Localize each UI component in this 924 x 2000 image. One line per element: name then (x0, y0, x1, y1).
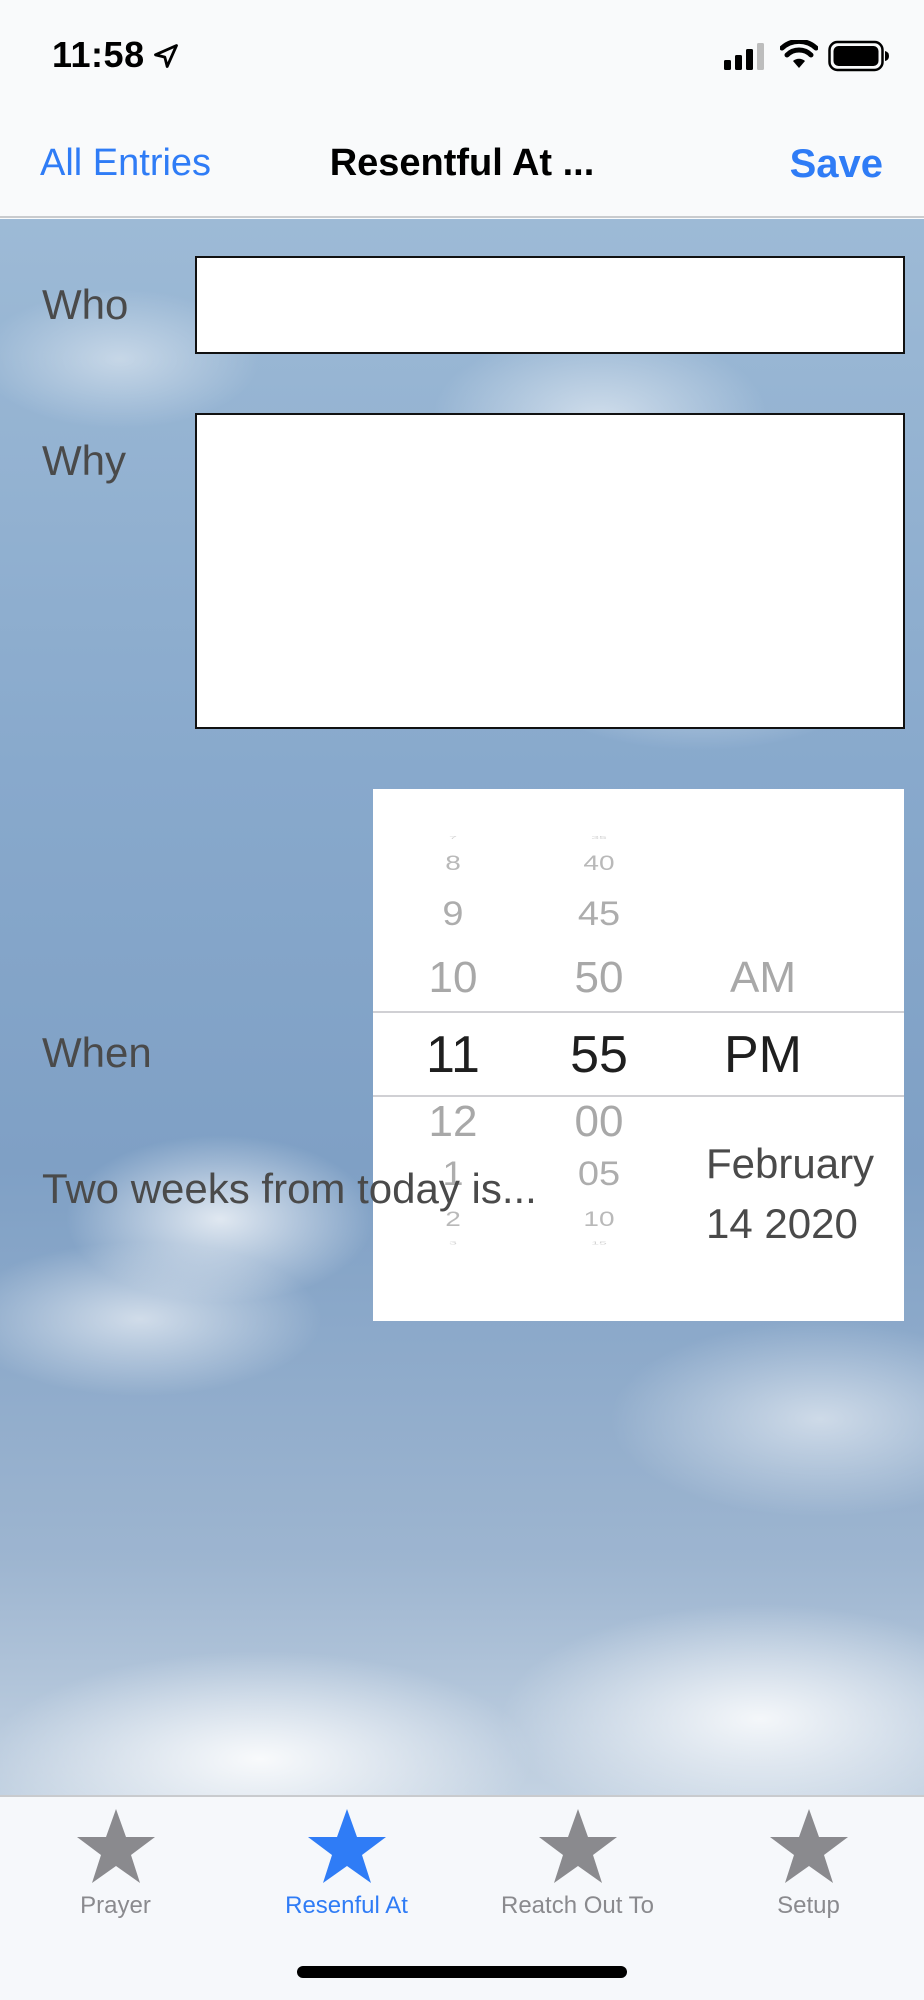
page-title: Resentful At ... (329, 142, 595, 184)
tab-setup[interactable]: Setup (693, 1797, 924, 1937)
who-input[interactable] (195, 256, 905, 354)
tab-prayer[interactable]: Prayer (0, 1797, 231, 1937)
minute-option[interactable]: 15 (539, 1240, 659, 1246)
why-label: Why (42, 437, 126, 484)
hour-option[interactable]: 3 (393, 1240, 513, 1246)
tab-label: Resenful At (285, 1892, 408, 1919)
two-weeks-label: Two weeks from today is... (42, 1165, 537, 1212)
when-label: When (42, 1029, 152, 1076)
star-icon (770, 1809, 848, 1883)
selected-ampm[interactable]: PM (703, 1025, 823, 1085)
tab-label: Reatch Out To (501, 1892, 654, 1919)
reminder-date-month: February (706, 1140, 875, 1187)
status-time: 11:58 (52, 34, 145, 75)
save-button[interactable]: Save (790, 142, 883, 187)
star-icon (77, 1809, 155, 1883)
am-option[interactable]: AM (703, 953, 823, 1003)
navigation-bar: All Entries Resentful At ... Save (0, 110, 924, 218)
reminder-date: February 14 2020 (706, 1134, 874, 1254)
star-icon (539, 1809, 617, 1883)
location-arrow-icon (154, 44, 178, 68)
minute-option[interactable]: 10 (539, 1207, 659, 1231)
minute-option[interactable]: 35 (539, 834, 659, 840)
who-label: Who (42, 281, 129, 328)
status-bar: 11:58 (0, 0, 924, 110)
minute-option[interactable]: 50 (539, 953, 659, 1003)
tab-label: Prayer (80, 1892, 151, 1919)
hour-option[interactable]: 9 (393, 895, 513, 934)
why-textarea[interactable] (195, 413, 905, 729)
tab-resenful-at[interactable]: Resenful At (231, 1797, 462, 1937)
wifi-icon (780, 40, 818, 68)
hour-option[interactable]: 7 (393, 834, 513, 840)
hour-option[interactable]: 12 (393, 1097, 513, 1147)
minute-option[interactable]: 45 (539, 895, 659, 934)
reminder-date-day-year: 14 2020 (706, 1200, 858, 1247)
battery-icon (828, 40, 889, 72)
minute-option[interactable]: 00 (539, 1097, 659, 1147)
hour-option[interactable]: 10 (393, 953, 513, 1003)
tab-reatch-out-to[interactable]: Reatch Out To (462, 1797, 693, 1937)
minute-option[interactable]: 40 (539, 851, 659, 875)
cellular-signal-icon (724, 43, 764, 70)
star-icon (308, 1809, 386, 1883)
selected-hour[interactable]: 11 (393, 1025, 513, 1085)
entry-form: Who Why When 7 8 9 10 11 12 1 2 3 35 40 … (0, 219, 924, 1795)
home-indicator (297, 1966, 627, 1978)
minute-option[interactable]: 05 (539, 1155, 659, 1194)
selected-minute[interactable]: 55 (539, 1025, 659, 1085)
hour-option[interactable]: 8 (393, 851, 513, 875)
tab-label: Setup (777, 1892, 840, 1919)
